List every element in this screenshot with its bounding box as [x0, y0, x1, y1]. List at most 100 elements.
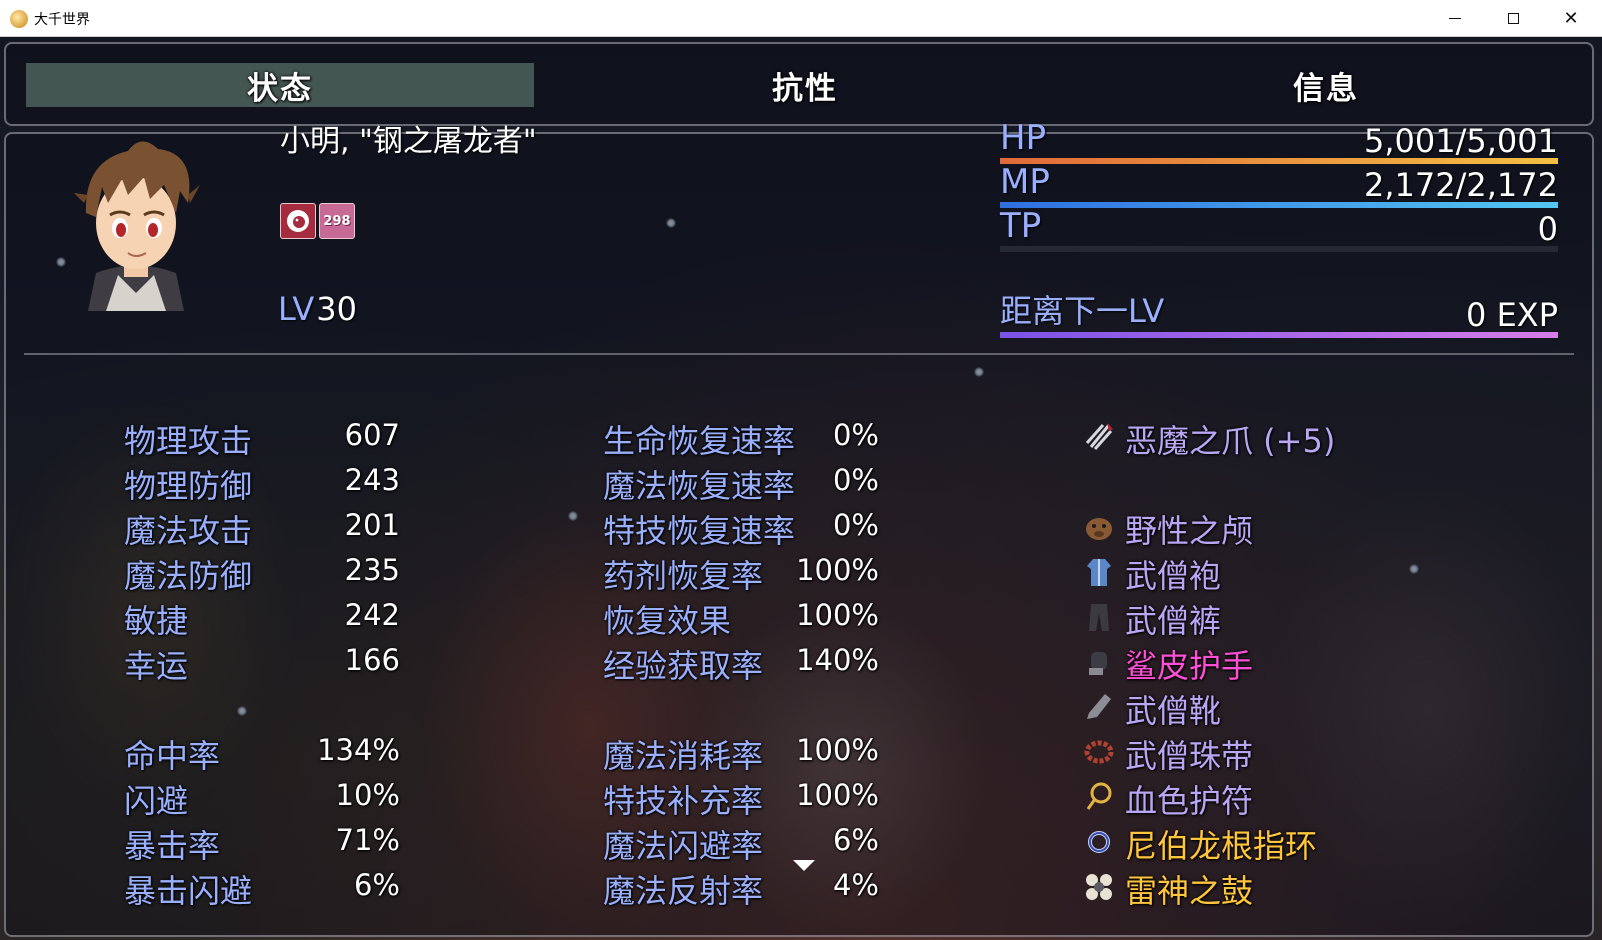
regen-label: 恢复效果	[603, 602, 732, 640]
param-value: 243	[344, 463, 400, 497]
bead-belt-icon	[1084, 740, 1114, 764]
level-display: LV30	[278, 290, 357, 328]
xparam-value: 71%	[335, 823, 400, 857]
sparam-row: 魔法消耗率 100%	[603, 731, 879, 775]
regen-row: 恢复效果 100%	[603, 596, 879, 640]
exp-value: 0 EXP	[1466, 296, 1558, 334]
xparam-row: 闪避 10%	[124, 776, 400, 820]
sparam-value: 100%	[796, 778, 879, 812]
regen-label: 药剂恢复率	[603, 557, 764, 595]
param-value: 607	[344, 418, 400, 452]
regen-value: 140%	[796, 643, 879, 677]
mp-gauge: MP 2,172/2,172	[1000, 162, 1558, 208]
sparam-label: 魔法闪避率	[603, 827, 764, 865]
param-row: 物理防御 243	[124, 461, 400, 505]
lion-head-icon	[287, 210, 309, 232]
regen-label: 魔法恢复速率	[603, 467, 796, 505]
character-name: 小明, "钢之屠龙者"	[280, 124, 537, 159]
sparam-label: 魔法反射率	[603, 872, 764, 910]
equip-name: 武僧靴	[1125, 692, 1222, 730]
boot-icon	[1087, 694, 1111, 719]
tp-gauge-track	[1000, 246, 1558, 252]
hp-gauge: HP 5,001/5,001	[1000, 118, 1558, 164]
equip-name: 武僧珠带	[1125, 737, 1254, 775]
param-label: 物理攻击	[124, 422, 253, 460]
param-label: 敏捷	[124, 602, 189, 640]
regen-row: 经验获取率 140%	[603, 641, 879, 685]
mp-label: MP	[1000, 162, 1050, 202]
param-label: 物理防御	[124, 467, 253, 505]
regen-value: 0%	[832, 508, 879, 542]
xparam-row: 暴击率 71%	[124, 821, 400, 865]
param-value: 166	[344, 643, 400, 677]
xparam-value: 10%	[335, 778, 400, 812]
equip-name: 武僧袍	[1125, 557, 1222, 595]
sparam-value: 100%	[796, 733, 879, 767]
regen-label: 生命恢复速率	[603, 422, 796, 460]
hp-label: HP	[1000, 118, 1047, 158]
section-divider	[24, 353, 1574, 355]
xparam-label: 暴击率	[124, 827, 221, 865]
xparam-row: 暴击闪避 6%	[124, 866, 400, 910]
param-value: 201	[344, 508, 400, 542]
param-row: 魔法攻击 201	[124, 506, 400, 550]
level-label: LV	[278, 290, 315, 328]
buff-counter-icon: 298	[319, 203, 355, 239]
buff-counter-value: 298	[323, 213, 351, 229]
param-label: 魔法防御	[124, 557, 253, 595]
equip-name: 血色护符	[1125, 782, 1254, 820]
regen-value: 0%	[832, 418, 879, 452]
param-row: 幸运 166	[124, 641, 400, 685]
mp-value: 2,172/2,172	[1364, 166, 1558, 204]
gauntlet-icon	[1089, 652, 1107, 675]
param-label: 幸运	[124, 647, 189, 685]
pants-icon	[1089, 604, 1109, 631]
sparam-value: 6%	[832, 823, 879, 857]
sparam-value: 4%	[832, 868, 879, 902]
regen-row: 魔法恢复速率 0%	[603, 461, 879, 505]
param-label: 魔法攻击	[124, 512, 253, 550]
exp-gauge: 距离下一LV 0 EXP	[1000, 292, 1558, 338]
equip-name: 雷神之鼓	[1125, 872, 1254, 910]
equip-name: 尼伯龙根指环	[1125, 827, 1318, 865]
param-row: 敏捷 242	[124, 596, 400, 640]
regen-value: 0%	[832, 463, 879, 497]
claw-icon	[1085, 423, 1113, 450]
xparam-value: 134%	[317, 733, 400, 767]
boar-head-icon	[1086, 518, 1112, 540]
tp-label: TP	[1000, 206, 1042, 246]
level-value: 30	[316, 290, 357, 328]
regen-row: 生命恢复速率 0%	[603, 416, 879, 460]
sparam-label: 特技补充率	[603, 782, 764, 820]
equip-name: 恶魔之爪 (+5)	[1125, 422, 1336, 460]
tp-gauge: TP 0	[1000, 206, 1558, 252]
lion-state-icon	[280, 203, 316, 239]
equip-name: 武僧裤	[1125, 602, 1222, 640]
regen-row: 药剂恢复率 100%	[603, 551, 879, 595]
regen-label: 特技恢复速率	[603, 512, 796, 550]
character-portrait	[74, 141, 200, 311]
regen-value: 100%	[796, 553, 879, 587]
exp-label: 距离下一LV	[1000, 292, 1165, 330]
param-row: 魔法防御 235	[124, 551, 400, 595]
sparam-row: 魔法反射率 4%	[603, 866, 879, 910]
robe-icon	[1087, 559, 1111, 586]
param-value: 235	[344, 553, 400, 587]
equip-name: 鲨皮护手	[1125, 647, 1254, 685]
regen-value: 100%	[796, 598, 879, 632]
hp-value: 5,001/5,001	[1364, 122, 1558, 160]
xparam-row: 命中率 134%	[124, 731, 400, 775]
xparam-label: 暴击闪避	[124, 872, 253, 910]
param-value: 242	[344, 598, 400, 632]
sparam-row: 特技补充率 100%	[603, 776, 879, 820]
equip-name: 野性之颅	[1125, 512, 1254, 550]
xparam-label: 闪避	[124, 782, 189, 820]
amulet-icon	[1086, 782, 1112, 810]
sparam-label: 魔法消耗率	[603, 737, 764, 775]
ring-icon	[1088, 831, 1110, 853]
sparam-row: 魔法闪避率 6%	[603, 821, 879, 865]
regen-label: 经验获取率	[603, 647, 764, 685]
xparam-label: 命中率	[124, 737, 221, 775]
scroll-down-arrow-icon[interactable]	[793, 860, 815, 871]
param-row: 物理攻击 607	[124, 416, 400, 460]
